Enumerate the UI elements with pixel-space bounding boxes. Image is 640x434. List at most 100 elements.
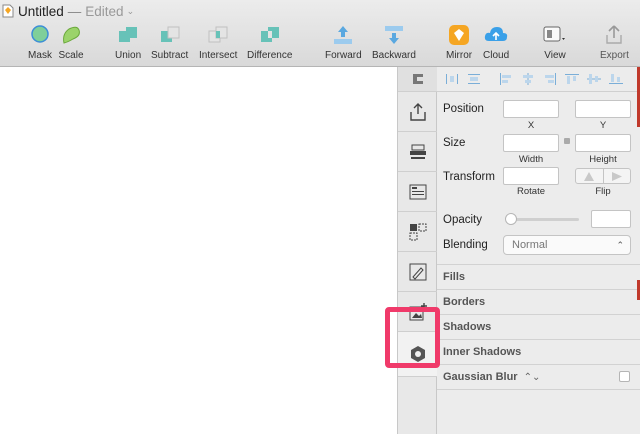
opacity-label: Opacity — [443, 214, 482, 226]
inner-shadows-section[interactable]: Inner Shadows — [437, 339, 640, 364]
rotate-field[interactable] — [503, 167, 559, 185]
scale-button[interactable]: Scale — [58, 24, 84, 61]
y-field[interactable] — [575, 100, 631, 118]
subtract-button[interactable]: Subtract — [151, 24, 188, 61]
view-button[interactable]: View — [542, 24, 568, 61]
symbols-icon — [409, 223, 426, 240]
align-left-icon[interactable] — [497, 72, 515, 86]
forward-button[interactable]: Forward — [325, 24, 362, 61]
cloud-button[interactable]: Cloud — [483, 24, 509, 61]
subtract-icon — [157, 24, 183, 46]
height-label: Height — [589, 154, 617, 165]
blending-value: Normal — [512, 239, 548, 251]
difference-label: Difference — [247, 50, 293, 61]
borders-label: Borders — [443, 296, 486, 308]
x-field[interactable] — [503, 100, 559, 118]
forward-label: Forward — [325, 50, 362, 61]
shadows-label: Shadows — [443, 321, 492, 333]
flip-label: Flip — [595, 186, 611, 197]
transform-label: Transform — [443, 171, 495, 183]
export-button[interactable]: Export — [600, 24, 629, 61]
tab-share[interactable] — [398, 92, 437, 132]
y-label: Y — [599, 120, 607, 131]
title-separator: — — [67, 3, 82, 19]
align-bottom-icon[interactable] — [607, 72, 625, 86]
select-chevron-icon: ⌃ — [616, 240, 624, 250]
document-status[interactable]: Edited — [85, 4, 123, 19]
intersect-label: Intersect — [199, 50, 238, 61]
difference-icon — [257, 24, 283, 46]
tab-print[interactable] — [398, 132, 437, 172]
collapse-tab[interactable] — [398, 67, 437, 92]
mask-icon — [27, 24, 53, 46]
tab-layout[interactable] — [398, 172, 437, 212]
view-icon — [542, 24, 568, 46]
tab-symbols[interactable] — [398, 212, 437, 252]
mirror-icon — [446, 24, 472, 46]
mirror-label: Mirror — [446, 50, 473, 61]
canvas[interactable] — [0, 67, 397, 434]
gaussian-blur-checkbox[interactable] — [619, 371, 630, 382]
distribute-vertical-icon[interactable] — [465, 72, 483, 86]
subtract-label: Subtract — [151, 50, 189, 61]
intersect-button[interactable]: Intersect — [199, 24, 237, 61]
blending-select[interactable]: Normal ⌃ — [503, 235, 631, 255]
borders-section[interactable]: Borders — [437, 289, 640, 314]
gaussian-blur-label: Gaussian Blur — [443, 371, 518, 383]
difference-button[interactable]: Difference — [247, 24, 292, 61]
empty-section-divider — [437, 389, 640, 414]
cloud-icon — [483, 24, 509, 46]
size-label: Size — [443, 137, 466, 149]
sketch-window: Untitled — Edited ⌄ Mask Scale Union Sub… — [0, 0, 640, 434]
mirror-button[interactable]: Mirror — [446, 24, 472, 61]
document-icon — [2, 4, 14, 18]
backward-button[interactable]: Backward — [372, 24, 416, 61]
share-icon — [409, 102, 426, 121]
inspector-tab-column — [397, 67, 437, 434]
tab-pen[interactable] — [398, 252, 437, 292]
forward-icon — [330, 24, 356, 46]
width-field[interactable] — [503, 134, 559, 152]
mask-label: Mask — [28, 50, 52, 61]
align-center-icon[interactable] — [519, 72, 537, 86]
scale-label: Scale — [58, 50, 84, 61]
view-label: View — [544, 50, 566, 61]
export-label: Export — [600, 50, 629, 61]
shadows-section[interactable]: Shadows — [437, 314, 640, 339]
export-icon — [601, 24, 627, 46]
flip-vertical-button[interactable] — [602, 169, 631, 183]
lock-icon[interactable] — [564, 138, 570, 144]
fills-section[interactable]: Fills — [437, 264, 640, 289]
gaussian-blur-section[interactable]: Gaussian Blur ⌃⌄ — [437, 364, 640, 389]
mask-button[interactable]: Mask — [27, 24, 53, 61]
distribute-horizontal-icon[interactable] — [443, 72, 461, 86]
rotate-label: Rotate — [517, 186, 545, 197]
union-button[interactable]: Union — [115, 24, 141, 61]
opacity-field[interactable] — [591, 210, 631, 228]
blending-label: Blending — [443, 239, 488, 251]
document-title[interactable]: Untitled — [18, 4, 64, 19]
fills-label: Fills — [443, 271, 466, 283]
x-label: X — [527, 120, 535, 131]
align-top-icon[interactable] — [563, 72, 581, 86]
title-chevron-icon[interactable]: ⌄ — [127, 6, 135, 17]
opacity-slider-knob[interactable] — [505, 213, 517, 225]
intersect-icon — [205, 24, 231, 46]
flip-buttons — [575, 168, 631, 184]
layout-icon — [409, 184, 426, 199]
pen-icon — [409, 263, 426, 280]
opacity-slider-track[interactable] — [509, 218, 579, 221]
cloud-label: Cloud — [483, 50, 510, 61]
sketch-logo-icon — [412, 74, 423, 84]
union-icon — [115, 24, 141, 46]
alignment-bar — [437, 67, 640, 92]
flip-horizontal-button[interactable] — [576, 169, 603, 183]
position-label: Position — [443, 103, 484, 115]
highlight-box — [385, 307, 440, 368]
union-label: Union — [115, 50, 142, 61]
inspector-panel: Position X Y Size Width Height Transform… — [437, 67, 640, 434]
align-middle-icon[interactable] — [585, 72, 603, 86]
height-field[interactable] — [575, 134, 631, 152]
align-right-icon[interactable] — [541, 72, 559, 86]
blur-type-chevron-icon[interactable]: ⌃⌄ — [524, 372, 541, 383]
